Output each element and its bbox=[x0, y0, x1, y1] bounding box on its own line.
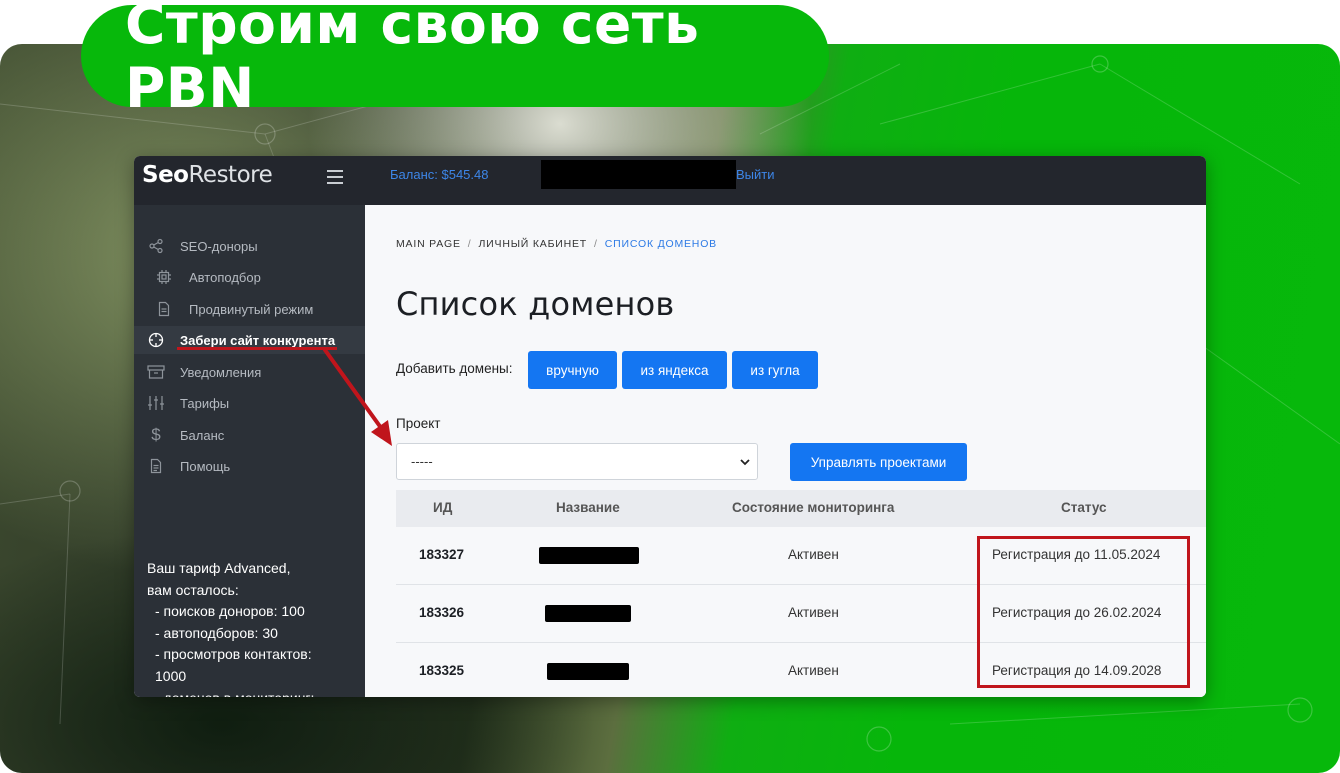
sidebar-item-label: Автоподбор bbox=[189, 269, 261, 285]
balance-link[interactable]: Баланс: $545.48 bbox=[390, 167, 488, 182]
project-select[interactable]: ----- bbox=[396, 443, 758, 480]
add-domains-label: Добавить домены: bbox=[396, 361, 513, 376]
dollar-icon: $ bbox=[151, 425, 161, 444]
redacted-domain-name bbox=[547, 663, 629, 680]
redacted-domain-name bbox=[539, 547, 639, 564]
breadcrumb-main-page[interactable]: MAIN PAGE bbox=[396, 238, 461, 250]
sidebar-item-help[interactable]: Помощь bbox=[134, 452, 365, 480]
column-header-status[interactable]: Статус bbox=[1061, 500, 1107, 515]
redacted-username bbox=[541, 160, 736, 189]
sidebar: SEO-доноры Автоподбор Продвинутый режим … bbox=[134, 205, 365, 697]
chip-icon bbox=[155, 268, 173, 286]
sidebar-item-label: Помощь bbox=[180, 458, 231, 474]
sidebar-item-label: Баланс bbox=[180, 427, 225, 443]
sidebar-item-label: Тарифы bbox=[180, 395, 230, 411]
help-document-icon bbox=[147, 457, 165, 475]
tariff-line: - доменов в мониторинг: bbox=[147, 688, 314, 697]
sidebar-item-label: Забери сайт конкурента bbox=[180, 332, 336, 348]
redacted-domain-name bbox=[545, 605, 631, 622]
logout-link[interactable]: Выйти bbox=[736, 167, 775, 182]
project-label: Проект bbox=[396, 416, 441, 431]
header-banner: Строим свою сеть PBN bbox=[81, 0, 829, 120]
chevron-down-icon bbox=[740, 459, 750, 466]
top-bar: SeoRestore Баланс: $545.48 Выйти bbox=[134, 156, 1206, 205]
logo-bold-text: Seo bbox=[142, 162, 189, 188]
banner-title: Строим свою сеть PBN bbox=[125, 0, 700, 120]
annotation-underline bbox=[177, 347, 337, 350]
tariff-line: - автоподборов: 30 bbox=[155, 624, 278, 641]
logo[interactable]: SeoRestore bbox=[142, 162, 273, 188]
add-manually-button[interactable]: вручную bbox=[528, 351, 617, 389]
share-nodes-icon bbox=[147, 237, 165, 255]
document-icon bbox=[155, 300, 173, 318]
tariff-line: - просмотров контактов: bbox=[155, 646, 312, 663]
cell-monitoring: Активен bbox=[788, 547, 839, 562]
tariff-line: вам осталось: bbox=[147, 581, 239, 598]
manage-projects-button[interactable]: Управлять проектами bbox=[790, 443, 967, 481]
crosshair-icon bbox=[147, 331, 165, 349]
add-from-yandex-button[interactable]: из яндекса bbox=[622, 351, 727, 389]
sidebar-item-advanced-mode[interactable]: Продвинутый режим bbox=[134, 295, 365, 323]
table-header: ИД Название Состояние мониторинга Статус bbox=[396, 490, 1206, 527]
sidebar-item-seo-donors[interactable]: SEO-доноры bbox=[134, 232, 365, 260]
sidebar-item-label: Уведомления bbox=[180, 364, 262, 380]
column-header-name[interactable]: Название bbox=[556, 500, 620, 515]
tariff-line: - поисков доноров: 100 bbox=[155, 603, 305, 620]
annotation-status-highlight bbox=[977, 536, 1190, 688]
breadcrumb-account[interactable]: ЛИЧНЫЙ КАБИНЕТ bbox=[478, 238, 587, 250]
breadcrumb: MAIN PAGE / ЛИЧНЫЙ КАБИНЕТ / СПИСОК ДОМЕНОВ bbox=[396, 238, 717, 250]
cell-id: 183326 bbox=[419, 605, 465, 620]
archive-box-icon bbox=[147, 363, 165, 381]
sidebar-item-notifications[interactable]: Уведомления bbox=[134, 358, 365, 386]
sidebar-item-label: SEO-доноры bbox=[180, 238, 258, 254]
sidebar-item-label: Продвинутый режим bbox=[189, 301, 314, 317]
tariff-line: 1000 bbox=[155, 667, 187, 684]
page-title: Список доменов bbox=[396, 285, 675, 323]
column-header-id[interactable]: ИД bbox=[433, 500, 452, 515]
cell-monitoring: Активен bbox=[788, 663, 839, 678]
hamburger-menu-icon[interactable] bbox=[327, 170, 343, 184]
cell-monitoring: Активен bbox=[788, 605, 839, 620]
cell-id: 183325 bbox=[419, 663, 465, 678]
logo-rest-text: Restore bbox=[188, 162, 273, 188]
add-from-google-button[interactable]: из гугла bbox=[732, 351, 818, 389]
cell-id: 183327 bbox=[419, 547, 465, 562]
sliders-icon bbox=[147, 394, 165, 412]
sidebar-item-autoselect[interactable]: Автоподбор bbox=[134, 263, 365, 291]
sidebar-item-tariffs[interactable]: Тарифы bbox=[134, 389, 365, 417]
sidebar-item-balance[interactable]: $ Баланс bbox=[134, 421, 365, 449]
project-select-value: ----- bbox=[411, 454, 433, 469]
tariff-line: Ваш тариф Advanced, bbox=[147, 560, 291, 576]
column-header-monitoring[interactable]: Состояние мониторинга bbox=[732, 500, 894, 515]
tariff-info: Ваш тариф Advanced, вам осталось: - поис… bbox=[147, 558, 314, 697]
breadcrumb-domain-list: СПИСОК ДОМЕНОВ bbox=[604, 238, 717, 250]
